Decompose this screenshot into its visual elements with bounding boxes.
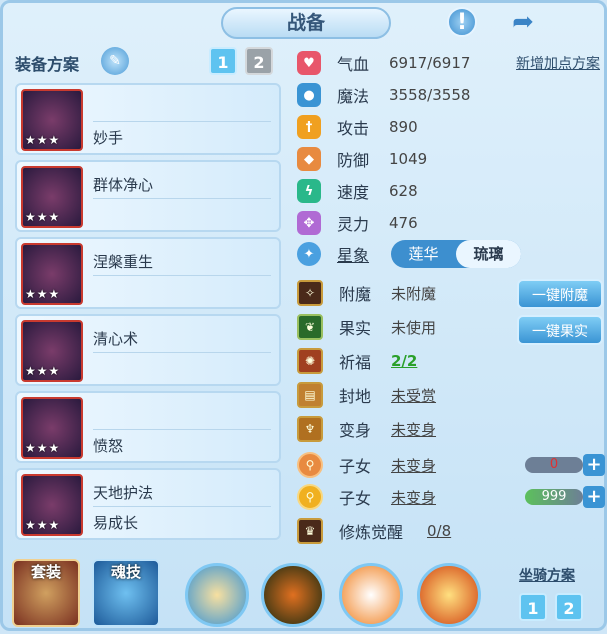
mount-scheme-label: 坐骑方案 xyxy=(519,568,575,584)
skill-orb-2[interactable] xyxy=(261,563,325,627)
skill-name: 群体净心 xyxy=(93,176,154,194)
scheme-label: 装备方案 xyxy=(15,55,80,74)
row-cultivation: ♛ 修炼觉醒 0/8 xyxy=(297,517,451,545)
row-fruit: ❦ 果实 未使用 xyxy=(297,313,436,341)
edit-scheme-button[interactable]: ✎ xyxy=(101,47,129,75)
stat-defense: ◆ 防御 1049 xyxy=(297,145,597,173)
skill-orb-3[interactable] xyxy=(339,563,403,627)
skill-slot-5[interactable]: ★★★ 愤怒 xyxy=(15,391,281,463)
stat-spirit: ✥ 灵力 476 xyxy=(297,209,597,237)
stats-panel: 新增加点方案 ♥ 气血 6917/6917 ● 魔法 3558/3558 † 攻击 8… xyxy=(291,43,606,558)
scheme-button-2[interactable]: 2 xyxy=(245,47,273,75)
skill-name: 清心术 xyxy=(93,330,139,348)
one-click-enchant-button[interactable]: 一键附魔 xyxy=(517,279,603,309)
stat-speed: ϟ 速度 628 xyxy=(297,177,597,205)
mount-button-2[interactable]: 2 xyxy=(555,593,583,621)
shield-icon: ◆ xyxy=(297,147,321,171)
equip-set-button[interactable]: 套装 xyxy=(12,559,80,627)
row-child-2: ⚲ 子女 未变身 xyxy=(297,483,436,511)
skill-orb-1[interactable] xyxy=(185,563,249,627)
stat-attack: † 攻击 890 xyxy=(297,113,597,141)
equipment-panel: 装备方案 ✎ 1 2 ★★★ 妙手 ★★★ 群体净心 ★★★ 涅槃重生 ★★★ … xyxy=(11,43,283,558)
xingxiang-label: 星象 xyxy=(337,246,370,265)
child-icon: ⚲ xyxy=(297,452,323,478)
blessing-icon: ✺ xyxy=(297,348,323,374)
soul-skill-button[interactable]: 魂技 xyxy=(92,559,160,627)
scheme-button-1[interactable]: 1 xyxy=(209,47,237,75)
row-blessing: ✺ 祈福 2/2 xyxy=(297,347,417,375)
fruit-icon: ❦ xyxy=(297,314,323,340)
mount-button-1[interactable]: 1 xyxy=(519,593,547,621)
stat-mp: ● 魔法 3558/3558 xyxy=(297,81,597,109)
skill-icon: ★★★ xyxy=(21,89,83,151)
skill-icon: ★★★ xyxy=(21,166,83,228)
spirit-icon: ✥ xyxy=(297,211,321,235)
share-icon[interactable]: ➦ xyxy=(506,7,540,37)
toggle-option-liuli[interactable]: 琉璃 xyxy=(456,240,521,268)
skill-name: 涅槃重生 xyxy=(93,253,154,271)
skill-icon: ★★★ xyxy=(21,474,83,536)
toggle-option-lianhua[interactable]: 莲华 xyxy=(391,240,456,268)
skill-slot-2[interactable]: ★★★ 群体净心 xyxy=(15,160,281,232)
skill-slot-4[interactable]: ★★★ 清心术 xyxy=(15,314,281,386)
row-transform: ♆ 变身 未变身 xyxy=(297,415,436,443)
bottom-bar: 套装 魂技 坐骑方案 1 2 xyxy=(3,551,607,634)
add-child-1-button[interactable]: + xyxy=(583,454,605,476)
stat-hp: ♥ 气血 6917/6917 xyxy=(297,49,597,77)
skill-icon: ★★★ xyxy=(21,397,83,459)
skill-icon: ★★★ xyxy=(21,243,83,305)
skill-orb-4[interactable] xyxy=(417,563,481,627)
child-icon: ⚲ xyxy=(297,484,323,510)
skill-slot-1[interactable]: ★★★ 妙手 xyxy=(15,83,281,155)
skill-icon: ★★★ xyxy=(21,320,83,382)
transform-icon: ♆ xyxy=(297,416,323,442)
row-fief: ▤ 封地 未受赏 xyxy=(297,381,436,409)
add-child-2-button[interactable]: + xyxy=(583,486,605,508)
row-child-1: ⚲ 子女 未变身 xyxy=(297,451,436,479)
skill-name: 妙手 xyxy=(93,129,124,147)
xingxiang-toggle[interactable]: 莲华 琉璃 xyxy=(391,240,521,268)
star-icon: ✦ xyxy=(297,242,321,266)
row-enchant: ✧ 附魔 未附魔 xyxy=(297,279,436,307)
xingxiang-row: ✦ 星象 xyxy=(297,242,389,266)
sword-icon: † xyxy=(297,115,321,139)
drop-icon: ● xyxy=(297,83,321,107)
main-panel: 战备 ! ➦ 装备方案 ✎ 1 2 ★★★ 妙手 ★★★ 群体净心 ★★★ 涅槃… xyxy=(0,0,607,631)
skill-slot-6[interactable]: ★★★ 天地护法 易成长 xyxy=(15,468,281,540)
child-bar-2: 999 xyxy=(525,489,583,505)
one-click-fruit-button[interactable]: 一键果实 xyxy=(517,315,603,345)
heart-icon: ♥ xyxy=(297,51,321,75)
page-title: 战备 xyxy=(221,7,391,39)
skill-name: 愤怒 xyxy=(93,437,124,455)
enchant-icon: ✧ xyxy=(297,280,323,306)
cultivation-icon: ♛ xyxy=(297,518,323,544)
speed-icon: ϟ xyxy=(297,179,321,203)
alert-icon[interactable]: ! xyxy=(447,7,477,37)
skill-name-2: 易成长 xyxy=(93,514,139,532)
scroll-icon: ▤ xyxy=(297,382,323,408)
skill-slot-3[interactable]: ★★★ 涅槃重生 xyxy=(15,237,281,309)
child-bar-1: 0 xyxy=(525,457,583,473)
skill-name: 天地护法 xyxy=(93,484,154,502)
